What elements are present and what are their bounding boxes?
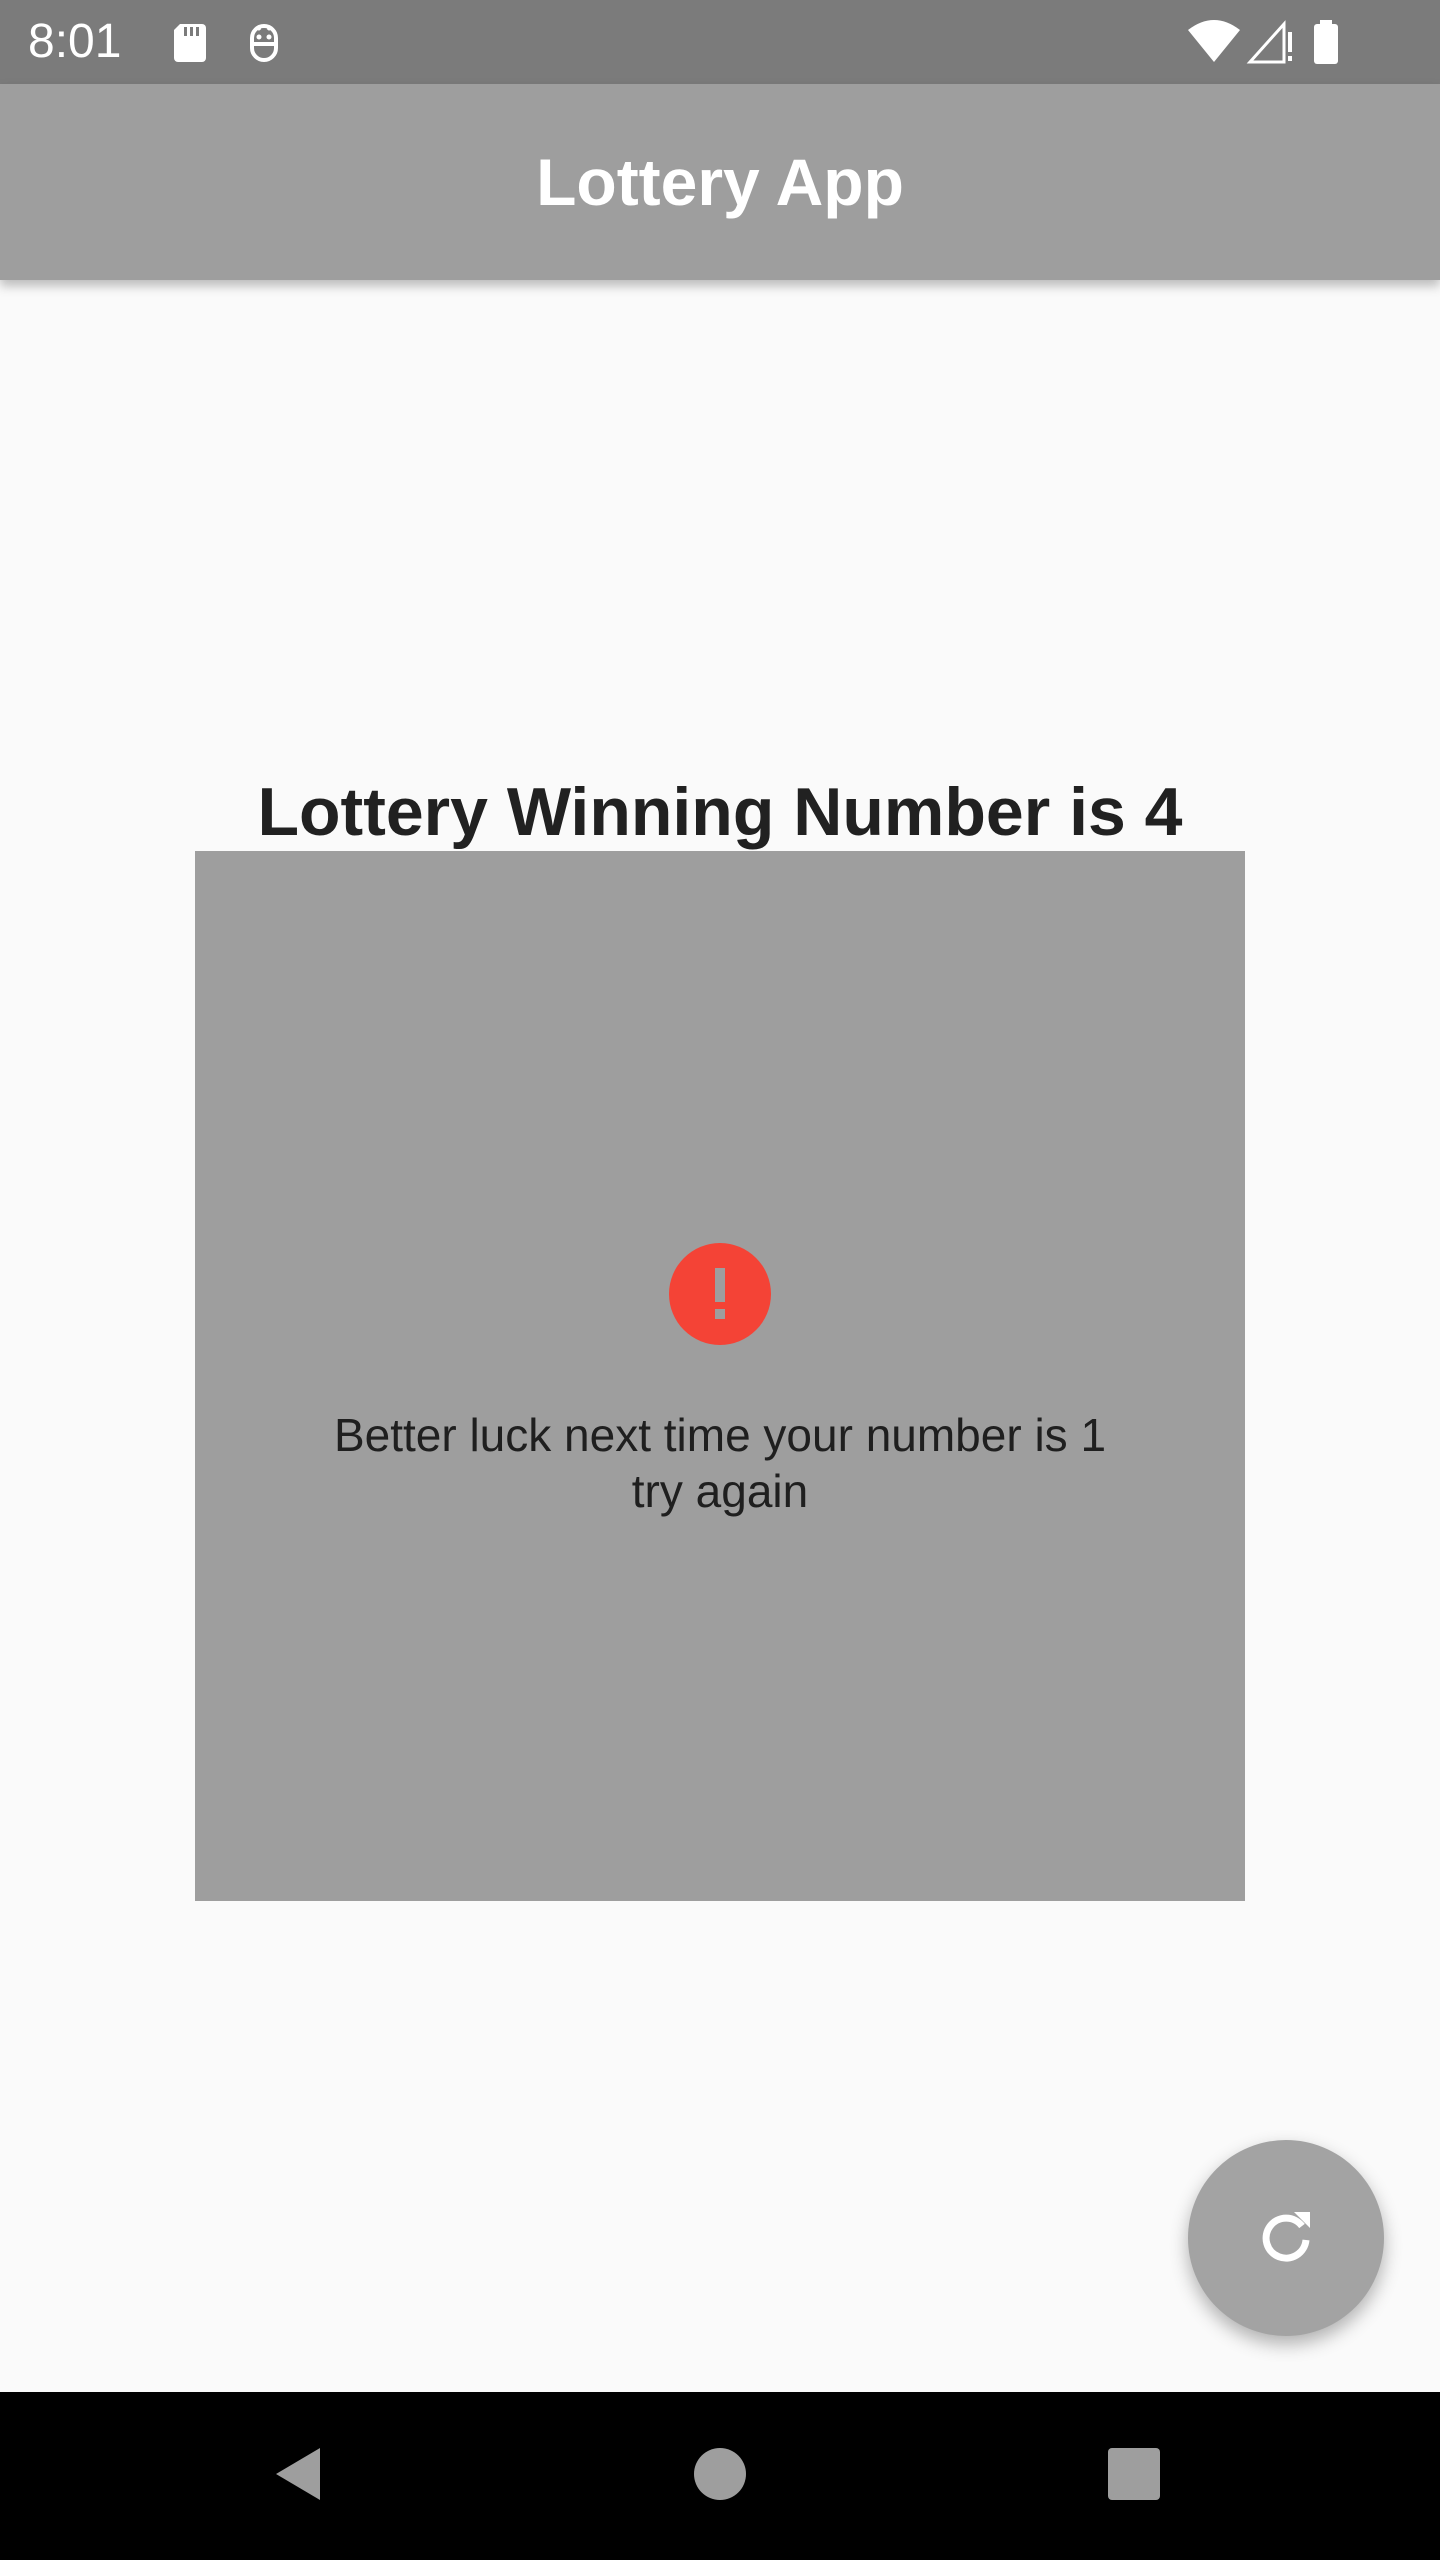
app-title: Lottery App	[536, 145, 904, 219]
recents-button[interactable]	[1084, 2426, 1184, 2526]
result-card: Better luck next time your number is 1 t…	[195, 851, 1245, 1901]
refresh-button[interactable]	[1188, 2140, 1384, 2336]
debug-robot-icon	[240, 18, 288, 66]
result-message: Better luck next time your number is 1 t…	[255, 1407, 1185, 1519]
back-icon	[270, 2444, 330, 2509]
recents-icon	[1107, 2447, 1161, 2506]
back-button[interactable]	[250, 2426, 350, 2526]
wifi-icon	[1186, 18, 1242, 66]
navigation-bar	[0, 2392, 1440, 2560]
screen: 8:01 Lottery App Lottery Winning Number …	[0, 0, 1440, 2560]
winning-number-heading: Lottery Winning Number is 4	[257, 774, 1183, 850]
sd-card-icon	[166, 18, 214, 66]
status-time: 8:01	[28, 15, 122, 68]
battery-icon	[1310, 18, 1342, 66]
home-icon	[692, 2446, 748, 2507]
app-bar: Lottery App	[0, 84, 1440, 280]
home-button[interactable]	[670, 2426, 770, 2526]
refresh-icon	[1254, 2204, 1318, 2273]
cell-signal-icon	[1246, 18, 1296, 66]
result-message-text: Better luck next time your number is 1 t…	[333, 1409, 1107, 1517]
error-circle-icon	[669, 1243, 771, 1345]
status-bar: 8:01	[0, 0, 1440, 84]
